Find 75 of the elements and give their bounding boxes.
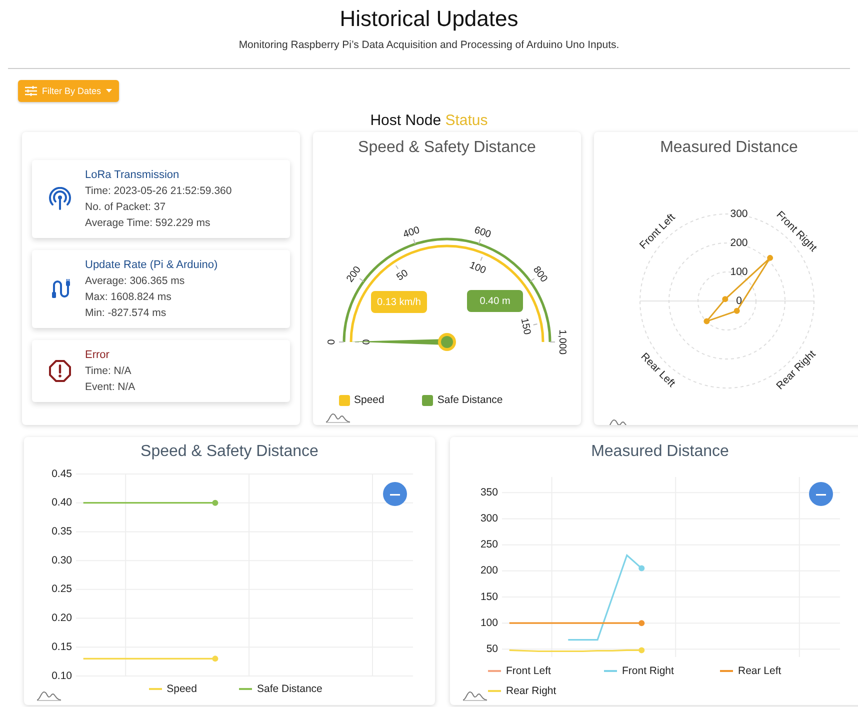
status-line: Min: -827.574 ms <box>85 306 168 321</box>
axis-tick-label: 0.20 <box>52 612 72 624</box>
minus-button[interactable] <box>383 482 407 506</box>
marker-dot <box>638 565 645 572</box>
chart-title: Measured Distance <box>590 442 730 462</box>
status-line: Event: N/A <box>85 380 136 395</box>
antenna-icon <box>48 187 72 211</box>
marker-dot <box>212 500 218 506</box>
status-line: Time: N/A <box>85 364 132 379</box>
axis-tick-label: 0.25 <box>52 583 72 596</box>
marker-dot <box>638 620 645 626</box>
gauge-tick-label: 150 <box>518 317 532 336</box>
legend-label: Safe Distance <box>437 394 503 406</box>
legend-label: Rear Right <box>506 685 556 697</box>
minus-button[interactable] <box>809 482 833 506</box>
axis-tick-label: 200 <box>480 564 498 577</box>
marker-dot <box>638 647 645 654</box>
status-title: Error <box>85 348 110 363</box>
status-title: LoRa Transmission <box>85 168 180 183</box>
axis-tick-label: 50 <box>486 642 498 655</box>
page-title: Historical Updates <box>338 6 520 32</box>
section-heading: Host Node Status <box>370 112 488 130</box>
gauge-tick-label: 50 <box>394 268 410 284</box>
legend-label: Rear Left <box>738 665 782 677</box>
minus-icon <box>390 494 400 496</box>
sliders-icon <box>25 86 37 96</box>
radial-tick-label: 200 <box>730 236 748 249</box>
axis-tick-label: 100 <box>480 616 498 629</box>
card-title: Measured Distance <box>659 138 799 158</box>
axis-tick-label: 150 <box>480 590 498 603</box>
axis-tick-label: 250 <box>480 538 498 551</box>
card-title: Speed & Safety Distance <box>357 138 537 158</box>
status-line: Average Time: 592.229 ms <box>85 216 212 231</box>
gauge-tick-label: 400 <box>402 224 422 241</box>
gauge-tick-label: 600 <box>472 224 492 241</box>
readout-badge: 0.13 km/h <box>371 291 427 313</box>
minus-icon <box>816 494 826 496</box>
axis-tick-label: 0.30 <box>52 554 72 566</box>
axis-tick-label: 0.40 <box>52 496 72 509</box>
axis-tick-label: 300 <box>480 512 498 525</box>
axis-tick-label: 0.45 <box>52 468 72 480</box>
marker-dot <box>212 656 218 662</box>
status-line: Time: 2023-05-26 21:52:59.360 <box>85 184 232 199</box>
legend-label: Speed <box>166 683 197 695</box>
radial-tick-label: 0 <box>736 294 742 307</box>
radar-shape-drawing <box>704 254 774 324</box>
peaks-icon <box>36 690 62 701</box>
legend-label: Front Right <box>622 665 674 677</box>
gauge-tick-label: 800 <box>530 264 550 284</box>
legend-label: Speed <box>354 394 384 406</box>
gauge-tick-label: 0 <box>326 339 338 345</box>
radial-tick-label: 300 <box>730 208 748 220</box>
page-subtitle: Monitoring Raspberry Pi’s Data Acquisition and Processing of Arduino Uno Inputs. <box>238 38 620 52</box>
gauge-tick-label: 1,000 <box>556 329 568 355</box>
axis-tick-label: 0.35 <box>52 526 72 538</box>
legend-label: Safe Distance <box>257 683 322 695</box>
peaks-icon <box>325 412 351 423</box>
axis-tick-label: 0.15 <box>52 640 72 653</box>
legend-label: Front Left <box>506 665 551 677</box>
status-line: No. of Packet: 37 <box>85 200 167 215</box>
filter-button[interactable]: Filter By Dates <box>18 80 120 102</box>
gauge-tick-label: 100 <box>468 260 488 276</box>
error-icon <box>48 359 72 383</box>
status-title: Update Rate (Pi & Arduino) <box>85 258 218 273</box>
gauge-tick-label: 200 <box>344 264 364 284</box>
axis-tick-label: 350 <box>480 486 498 498</box>
axis-tick-label: 0.10 <box>52 670 72 679</box>
status-line: Max: 1608.824 ms <box>85 290 172 305</box>
status-line: Average: 306.365 ms <box>85 274 186 289</box>
readout-badge: 0.40 m <box>467 290 523 312</box>
chart-title: Speed & Safety Distance <box>140 442 320 462</box>
peaks-icon <box>462 690 488 701</box>
caret-icon <box>106 89 112 93</box>
radial-tick-label: 100 <box>730 266 748 278</box>
needle-pivot <box>438 333 456 351</box>
